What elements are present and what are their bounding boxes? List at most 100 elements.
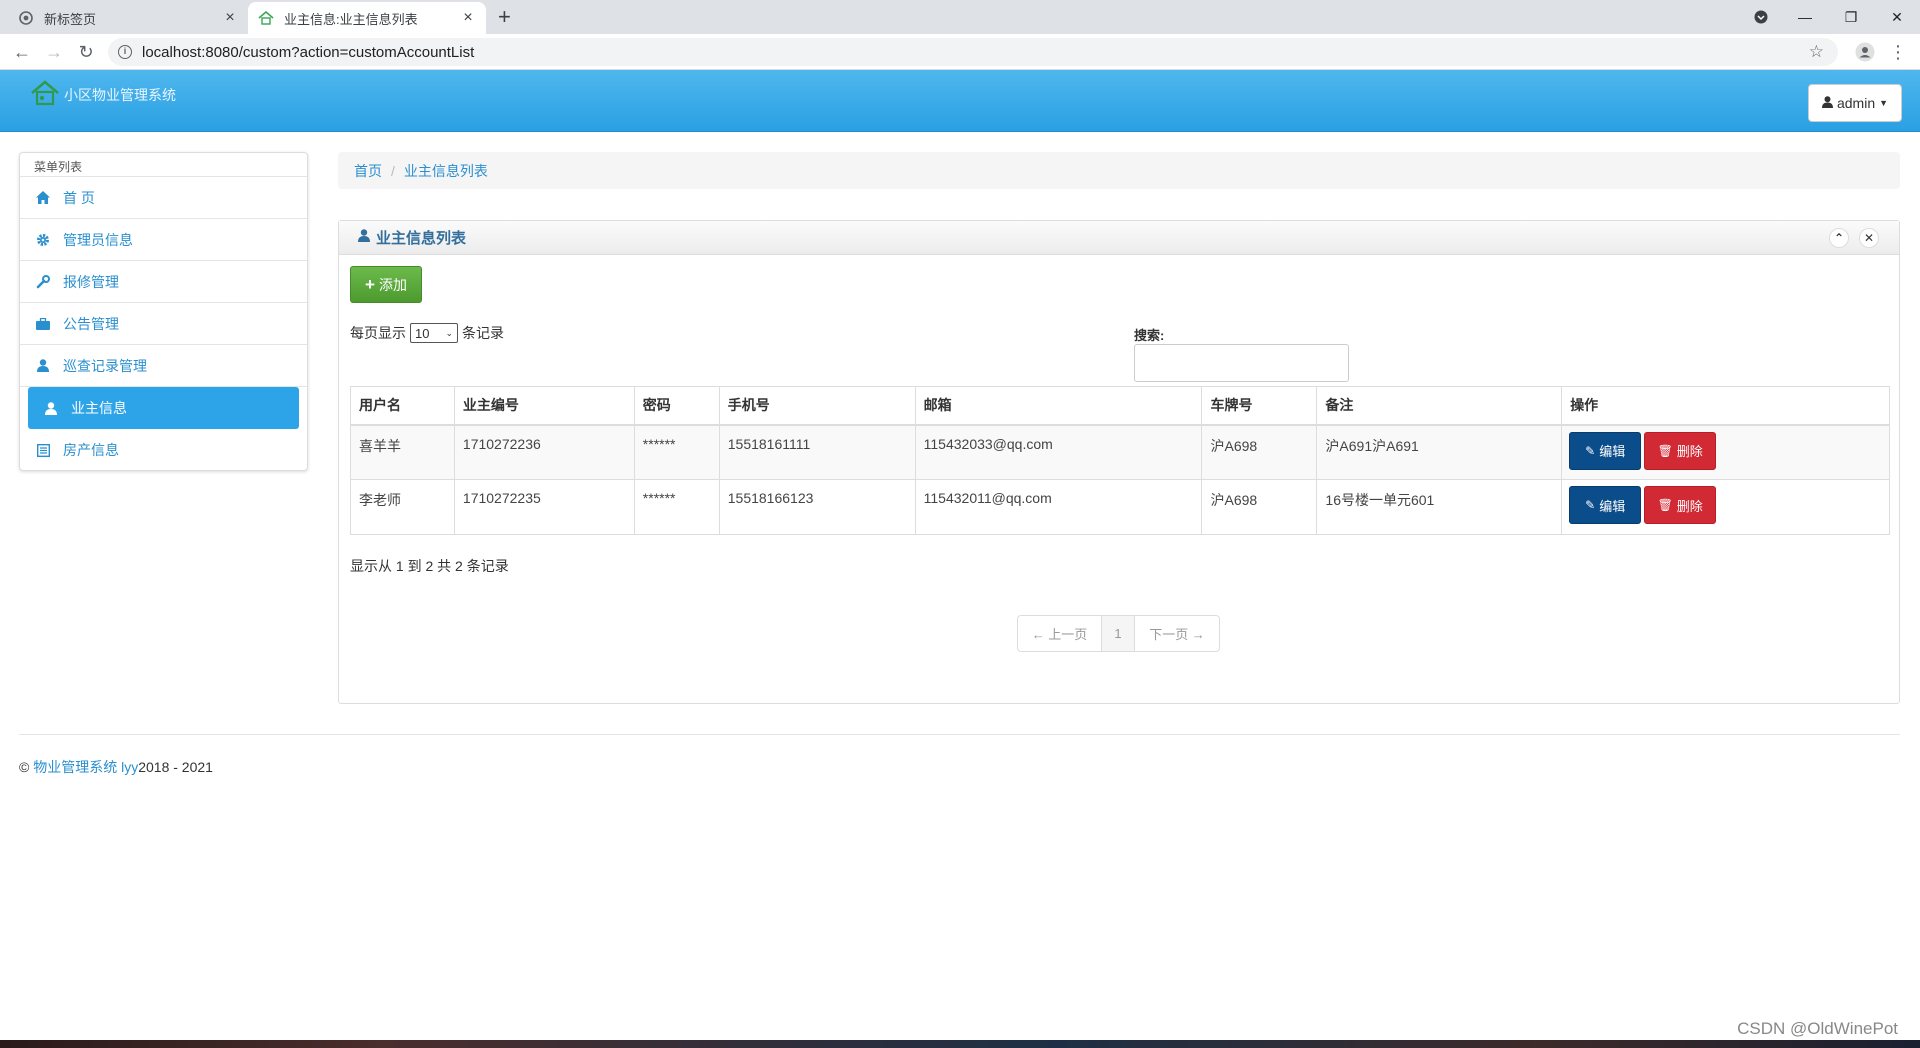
address-bar[interactable]: i localhost:8080/custom?action=customAcc… (108, 38, 1838, 66)
sidebar-item-label: 报修管理 (63, 273, 119, 290)
trash-icon: 🗑 (1657, 498, 1673, 512)
column-header[interactable]: 用户名 (350, 386, 455, 426)
tab-close-icon[interactable]: × (460, 9, 476, 27)
sidebar-item-label: 业主信息 (71, 400, 127, 416)
home-icon (35, 191, 51, 204)
browser-tab-active[interactable]: 业主信息:业主信息列表 × (248, 2, 486, 34)
back-icon[interactable]: ← (10, 40, 34, 64)
cell-email: 115432033@qq.com (914, 424, 1203, 480)
user-icon (35, 359, 51, 372)
user-menu-button[interactable]: admin ▼ (1808, 84, 1902, 122)
bookmark-star-icon[interactable]: ☆ (1809, 42, 1824, 62)
plus-icon: + (365, 274, 375, 294)
column-header[interactable]: 手机号 (718, 386, 916, 426)
add-button[interactable]: + 添加 (350, 266, 422, 303)
browser-tab-newtab[interactable]: 新标签页 × (8, 2, 248, 34)
restore-icon[interactable]: ❐ (1828, 0, 1874, 34)
cell-password: ****** (633, 479, 720, 535)
footer: © 物业管理系统 lyy2018 - 2021 (19, 757, 213, 777)
tab-title: 新标签页 (44, 11, 97, 27)
profile-dropdown-icon[interactable] (1738, 0, 1784, 34)
cell-username: 李老师 (350, 479, 455, 535)
tab-title: 业主信息:业主信息列表 (284, 11, 418, 27)
add-button-label: 添加 (378, 276, 407, 293)
sidebar-item-label: 巡查记录管理 (63, 357, 147, 374)
sidebar-item-home[interactable]: 首 页 (20, 177, 307, 219)
edit-button-label: 编辑 (1599, 498, 1626, 514)
sidebar-item-label: 首 页 (63, 189, 95, 206)
info-icon[interactable]: i (118, 45, 132, 59)
column-header[interactable]: 密码 (633, 386, 720, 426)
new-tab-icon[interactable]: + (498, 5, 511, 29)
breadcrumb-separator: / (391, 162, 395, 179)
cell-note: 16号楼一单元601 (1316, 479, 1563, 535)
panel-tools: ⌃ ✕ (1829, 228, 1879, 248)
edit-button[interactable]: ✎ 编辑 (1569, 486, 1642, 524)
sidebar-item-repair[interactable]: 报修管理 (20, 261, 307, 303)
close-window-icon[interactable]: ✕ (1874, 0, 1920, 34)
browser-toolbar: ← → ↻ i localhost:8080/custom?action=cus… (0, 34, 1920, 70)
breadcrumb-home-link[interactable]: 首页 (354, 161, 382, 181)
breadcrumb: 首页 / 业主信息列表 (338, 152, 1900, 189)
edit-icon: ✎ (1585, 498, 1596, 512)
table-row: 李老师 1710272235 ****** 15518166123 115432… (350, 479, 1890, 535)
search-input[interactable] (1134, 344, 1349, 382)
next-page-button[interactable]: 下一页 → (1135, 616, 1219, 651)
sidebar-item-owner[interactable]: 业主信息 (28, 387, 299, 429)
cell-password: ****** (633, 424, 720, 480)
account-icon[interactable] (1853, 40, 1877, 64)
minimize-icon[interactable]: — (1782, 0, 1828, 34)
caret-down-icon: ▼ (1879, 98, 1889, 108)
page-length-suffix: 条记录 (462, 325, 504, 341)
column-header[interactable]: 备注 (1316, 386, 1563, 426)
owner-list-panel: 业主信息列表 ⌃ ✕ + 添加 每页显示 10 ⌄ 条记录 搜索: 用户名 业主… (338, 220, 1900, 704)
page-length-prefix: 每页显示 (350, 325, 406, 341)
reload-icon[interactable]: ↻ (74, 40, 98, 64)
page-length-select[interactable]: 10 ⌄ (410, 323, 458, 343)
delete-button[interactable]: 🗑 删除 (1644, 431, 1717, 470)
pagination: ← 上一页 1 下一页 → (1017, 615, 1220, 652)
sidebar-item-property[interactable]: 房产信息 (20, 429, 307, 471)
menu-icon[interactable]: ⋮ (1886, 40, 1910, 64)
page-length-control: 每页显示 10 ⌄ 条记录 (350, 323, 504, 343)
url-text: localhost:8080/custom?action=customAccou… (142, 43, 475, 61)
column-header[interactable]: 邮箱 (914, 386, 1203, 426)
sidebar-item-patrol[interactable]: 巡查记录管理 (20, 345, 307, 387)
prev-page-button[interactable]: ← 上一页 (1018, 616, 1102, 651)
breadcrumb-current-link[interactable]: 业主信息列表 (404, 161, 488, 181)
chevron-down-icon: ⌄ (445, 327, 453, 338)
page-number-button[interactable]: 1 (1102, 616, 1135, 651)
delete-button-label: 删除 (1676, 444, 1703, 459)
watermark: CSDN @OldWinePot (1737, 1019, 1898, 1038)
delete-button[interactable]: 🗑 删除 (1644, 486, 1717, 524)
sidebar-item-admin[interactable]: 管理员信息 (20, 219, 307, 261)
house-logo-icon (30, 80, 60, 109)
footer-divider (19, 734, 1900, 735)
cell-phone: 15518166123 (718, 479, 916, 535)
edit-button[interactable]: ✎ 编辑 (1569, 431, 1642, 470)
sidebar-item-notice[interactable]: 公告管理 (20, 303, 307, 345)
column-header[interactable]: 业主编号 (453, 386, 635, 426)
tab-close-icon[interactable]: × (222, 9, 238, 27)
footer-link[interactable]: 物业管理系统 lyy (33, 759, 138, 775)
edit-button-label: 编辑 (1599, 444, 1626, 459)
column-header[interactable]: 车牌号 (1201, 386, 1318, 426)
briefcase-icon (35, 317, 51, 330)
brand[interactable]: 小区物业管理系统 (30, 80, 176, 109)
sidebar-item-label: 管理员信息 (63, 231, 133, 248)
close-icon[interactable]: ✕ (1859, 228, 1879, 248)
page-length-value: 10 (415, 325, 430, 341)
collapse-chevron-up-icon[interactable]: ⌃ (1829, 228, 1849, 248)
table-header-row: 用户名 业主编号 密码 手机号 邮箱 车牌号 备注 操作 (350, 386, 1890, 426)
chrome-icon (18, 10, 34, 26)
user-name: admin (1836, 95, 1876, 111)
search-label: 搜索: (1134, 328, 1165, 343)
list-icon (35, 443, 51, 457)
edit-icon: ✎ (1585, 443, 1596, 458)
cell-email: 115432011@qq.com (914, 479, 1203, 535)
forward-icon[interactable]: → (42, 40, 66, 64)
copyright-symbol: © (19, 759, 30, 775)
sidebar-item-label: 公告管理 (63, 315, 119, 332)
desktop-taskbar-strip (0, 1040, 1920, 1048)
table-row: 喜羊羊 1710272236 ****** 15518161111 115432… (350, 424, 1890, 480)
